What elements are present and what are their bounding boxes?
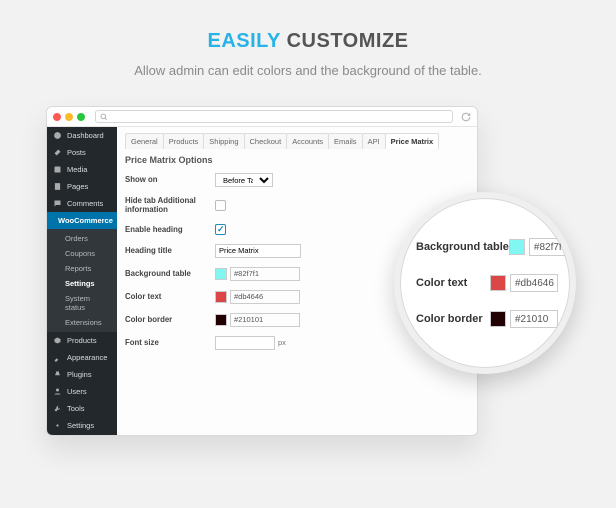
color-text-hex[interactable]: #db4646 [230, 290, 300, 304]
show-on-select[interactable]: Before Tab [215, 173, 273, 187]
sidebar-item-dashboard[interactable]: Dashboard [47, 127, 117, 144]
box-icon [53, 336, 62, 345]
zoom-hex-text[interactable]: #db4646 [510, 274, 558, 292]
sidebar-sub-settings[interactable]: Settings [47, 276, 117, 291]
tab-price-matrix[interactable]: Price Matrix [385, 133, 440, 149]
color-border-swatch[interactable] [215, 314, 227, 326]
tab-emails[interactable]: Emails [328, 133, 363, 149]
bg-table-swatch[interactable] [215, 268, 227, 280]
enable-heading-checkbox[interactable] [215, 224, 226, 235]
zoom-label-border: Color border [416, 313, 483, 325]
user-icon [53, 387, 62, 396]
sidebar-item-label: Users [67, 387, 87, 396]
sidebar-item-label: Media [67, 165, 87, 174]
page-icon [53, 182, 62, 191]
sidebar-item-label: WooCommerce [58, 216, 113, 225]
sidebar-sub-extensions[interactable]: Extensions [47, 315, 117, 330]
sidebar-item-users[interactable]: Users [47, 383, 117, 400]
sidebar-item-label: Dashboard [67, 131, 104, 140]
hero-title: EASILY CUSTOMIZE [0, 0, 616, 53]
sidebar-item-label: Products [67, 336, 97, 345]
color-text-swatch[interactable] [215, 291, 227, 303]
sidebar-item-label: Appearance [67, 353, 107, 362]
sidebar-item-posts[interactable]: Posts [47, 144, 117, 161]
heading-title-input[interactable] [215, 244, 301, 258]
label-enable-heading: Enable heading [125, 225, 215, 234]
sidebar-item-label: Plugins [67, 370, 92, 379]
pin-icon [53, 148, 62, 157]
minimize-icon[interactable] [65, 113, 73, 121]
close-icon[interactable] [53, 113, 61, 121]
zoom-label-bg: Background table [416, 241, 509, 253]
tab-checkout[interactable]: Checkout [244, 133, 288, 149]
zoom-hex-bg[interactable]: #82f7f [529, 238, 576, 256]
sidebar-item-plugins[interactable]: Plugins [47, 366, 117, 383]
sidebar-item-products[interactable]: Products [47, 332, 117, 349]
tab-api[interactable]: API [362, 133, 386, 149]
sidebar-item-media[interactable]: Media [47, 161, 117, 178]
sidebar-item-label: Settings [67, 421, 94, 430]
zoom-swatch-text[interactable] [490, 275, 506, 291]
sidebar-item-settings[interactable]: Settings [47, 417, 117, 434]
hide-tab-checkbox[interactable] [215, 200, 226, 211]
sidebar-sub-orders[interactable]: Orders [47, 231, 117, 246]
reload-icon[interactable] [461, 112, 471, 122]
hero-title-rest: CUSTOMIZE [287, 30, 409, 52]
sidebar-item-pages[interactable]: Pages [47, 178, 117, 195]
maximize-icon[interactable] [77, 113, 85, 121]
font-size-input[interactable] [215, 336, 275, 350]
label-color-text: Color text [125, 292, 215, 301]
hero-subtitle: Allow admin can edit colors and the back… [0, 63, 616, 78]
label-color-border: Color border [125, 315, 215, 324]
address-bar[interactable] [95, 110, 453, 123]
brush-icon [53, 353, 62, 362]
sidebar-sub-reports[interactable]: Reports [47, 261, 117, 276]
label-heading-title: Heading title [125, 246, 215, 255]
tab-general[interactable]: General [125, 133, 164, 149]
label-font-size: Font size [125, 338, 215, 347]
sidebar-item-tools[interactable]: Tools [47, 400, 117, 417]
font-size-unit: px [278, 338, 286, 347]
label-show-on: Show on [125, 175, 215, 184]
sidebar-item-label: Posts [67, 148, 86, 157]
sidebar-sub-system-status[interactable]: System status [47, 291, 117, 315]
sidebar-item-label: Comments [67, 199, 103, 208]
hero-title-accent: EASILY [207, 30, 280, 52]
sidebar-item-appearance[interactable]: Appearance [47, 349, 117, 366]
zoom-swatch-border[interactable] [490, 311, 506, 327]
plug-icon [53, 370, 62, 379]
sidebar-submenu: Orders Coupons Reports Settings System s… [47, 229, 117, 332]
settings-tabs: General Products Shipping Checkout Accou… [125, 133, 469, 149]
media-icon [53, 165, 62, 174]
zoom-swatch-bg[interactable] [509, 239, 525, 255]
dashboard-icon [53, 131, 62, 140]
zoom-lens: Background table #82f7f Color text #db46… [394, 192, 576, 374]
zoom-label-text: Color text [416, 277, 467, 289]
label-hide-tab: Hide tab Additional information [125, 196, 215, 215]
sidebar-item-woocommerce[interactable]: WooCommerce [47, 212, 117, 229]
sidebar-item-comments[interactable]: Comments [47, 195, 117, 212]
tab-accounts[interactable]: Accounts [286, 133, 329, 149]
titlebar [47, 107, 477, 127]
tab-shipping[interactable]: Shipping [203, 133, 244, 149]
color-border-hex[interactable]: #210101 [230, 313, 300, 327]
bg-table-hex[interactable]: #82f7f1 [230, 267, 300, 281]
sidebar-sub-coupons[interactable]: Coupons [47, 246, 117, 261]
admin-sidebar: Dashboard Posts Media Pages Comments Woo… [47, 127, 117, 435]
zoom-hex-border[interactable]: #21010 [510, 310, 558, 328]
sidebar-item-label: Pages [67, 182, 88, 191]
sidebar-item-label: Tools [67, 404, 85, 413]
gear-icon [53, 421, 62, 430]
label-bg-table: Background table [125, 269, 215, 278]
comment-icon [53, 199, 62, 208]
wrench-icon [53, 404, 62, 413]
tab-products[interactable]: Products [163, 133, 205, 149]
section-title: Price Matrix Options [125, 155, 469, 165]
search-icon [100, 113, 108, 121]
